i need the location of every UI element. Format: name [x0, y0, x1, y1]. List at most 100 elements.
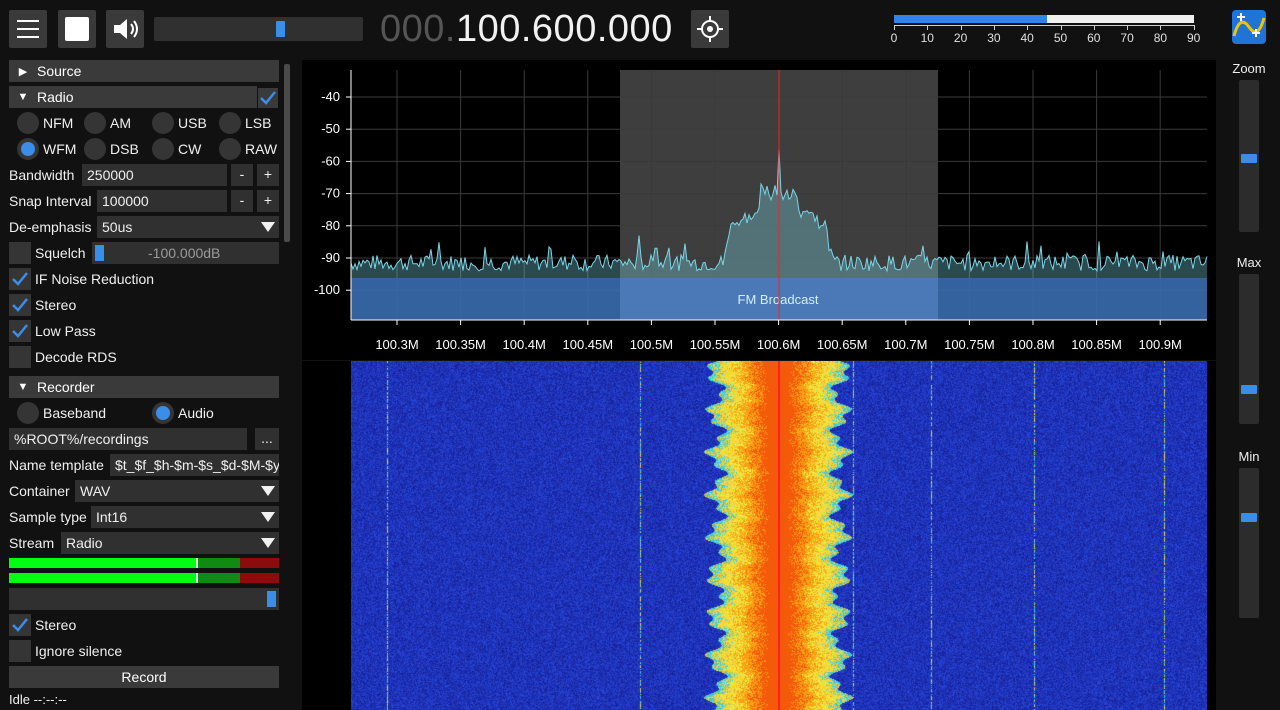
zoom-slider-handle[interactable] — [1241, 154, 1257, 163]
radio-section-title: Radio — [37, 89, 74, 105]
audio-label: Audio — [178, 405, 214, 421]
crosshair-icon — [697, 16, 723, 42]
fft-y-tick-label: -100 — [314, 282, 340, 297]
demod-radio-usb[interactable] — [152, 112, 174, 134]
deemphasis-select[interactable]: 50us — [97, 216, 279, 238]
low-pass-checkbox[interactable] — [9, 320, 31, 342]
baseband-radio[interactable] — [17, 402, 39, 424]
expanded-arrow-icon: ▼ — [17, 91, 29, 103]
baseband-label: Baseband — [43, 405, 107, 421]
snr-tick-label: 0 — [890, 31, 898, 45]
snr-tick-label: 30 — [987, 31, 1001, 45]
squelch-checkbox[interactable] — [9, 242, 31, 264]
fft-x-tick-label: 100.4M — [503, 337, 546, 352]
fft-x-tick-label: 100.75M — [944, 337, 995, 352]
menu-scrollbar[interactable] — [284, 64, 290, 242]
recorder-volume-slider[interactable] — [9, 588, 279, 610]
squelch-slider-handle[interactable] — [95, 245, 104, 261]
volume-slider-handle[interactable] — [276, 21, 285, 37]
checkmark-icon — [12, 618, 28, 632]
demod-radio-wfm[interactable] — [17, 138, 39, 160]
demod-label-am: AM — [110, 115, 131, 131]
snap-interval-label: Snap Interval — [9, 193, 92, 209]
fft-spectrum-view[interactable]: FM Broadcast -40 -50 -60 -70 -80 -90 -100 100.… — [302, 60, 1216, 360]
frequency-leading-digits[interactable]: 000. — [380, 8, 456, 50]
dropdown-arrow-icon — [261, 486, 275, 496]
snap-decrement-button[interactable]: - — [231, 190, 253, 212]
center-tuning-button[interactable] — [691, 10, 729, 48]
recorder-volume-handle[interactable] — [267, 591, 276, 607]
fft-y-tick-label: -50 — [321, 121, 340, 136]
max-db-slider-handle[interactable] — [1241, 385, 1257, 394]
snr-tick — [960, 25, 962, 30]
frequency-display[interactable]: 000.100.600.000 — [380, 6, 673, 52]
demod-radio-nfm[interactable] — [17, 112, 39, 134]
min-label: Min — [1238, 449, 1260, 464]
radio-enable-checkbox[interactable] — [258, 88, 278, 108]
container-select[interactable]: WAV — [75, 480, 279, 502]
snr-tick — [1127, 25, 1129, 30]
demod-radio-raw[interactable] — [219, 138, 241, 160]
radio-section-header[interactable]: ▼ Radio — [9, 86, 257, 108]
sample-type-select[interactable]: Int16 — [91, 506, 279, 528]
frequency-digits[interactable]: 100.600.000 — [456, 8, 673, 50]
fft-y-tick-label: -80 — [321, 218, 340, 233]
mute-button[interactable] — [106, 10, 144, 48]
snap-interval-input[interactable]: 100000 — [97, 190, 227, 212]
recorder-stereo-checkbox[interactable] — [9, 614, 31, 636]
decode-rds-checkbox[interactable] — [9, 346, 31, 368]
squelch-slider[interactable]: -100.000dB — [92, 242, 279, 264]
record-button[interactable]: Record — [9, 666, 279, 688]
name-template-input[interactable]: $t_$f_$h-$m-$s_$d-$M-$y — [110, 454, 279, 476]
bandwidth-input[interactable]: 250000 — [82, 164, 227, 186]
sample-type-label: Sample type — [9, 509, 87, 525]
fft-x-tick-label: 100.7M — [884, 337, 927, 352]
source-section-header[interactable]: ▶ Source — [9, 60, 279, 82]
ignore-silence-checkbox[interactable] — [9, 640, 31, 662]
waterfall-vfo-line[interactable] — [778, 361, 780, 710]
max-db-slider[interactable] — [1239, 274, 1259, 424]
stop-button[interactable] — [58, 10, 96, 48]
bandwidth-increment-button[interactable]: + — [257, 164, 279, 186]
menu-button[interactable] — [9, 10, 47, 48]
waterfall-view[interactable] — [302, 361, 1216, 710]
min-db-slider-handle[interactable] — [1241, 513, 1257, 522]
if-noise-reduction-checkbox[interactable] — [9, 268, 31, 290]
fft-x-tick-label: 100.6M — [757, 337, 800, 352]
sample-type-value: Int16 — [96, 509, 128, 525]
stream-label: Stream — [9, 535, 55, 551]
app-logo[interactable] — [1232, 10, 1266, 44]
min-db-slider[interactable] — [1239, 468, 1259, 618]
if-noise-reduction-label: IF Noise Reduction — [35, 271, 155, 287]
fft-y-tick-label: -90 — [321, 250, 340, 265]
stereo-checkbox[interactable] — [9, 294, 31, 316]
snr-tick-label: 80 — [1153, 31, 1168, 45]
demod-radio-am[interactable] — [84, 112, 106, 134]
squelch-value: -100.000dB — [148, 245, 221, 261]
recording-path-input[interactable]: %ROOT%/recordings — [9, 428, 247, 450]
recorder-section-title: Recorder — [37, 379, 95, 395]
demod-radio-cw[interactable] — [152, 138, 174, 160]
browse-button[interactable]: ... — [255, 428, 279, 450]
demod-radio-lsb[interactable] — [219, 112, 241, 134]
fft-y-tick-label: -60 — [321, 153, 340, 168]
fft-plot[interactable]: FM Broadcast -40-50-60-70-80-90-100 100.… — [302, 60, 1216, 360]
max-label: Max — [1236, 255, 1262, 270]
demod-label-lsb: LSB — [245, 115, 272, 131]
snr-tick — [1093, 25, 1095, 30]
audio-radio[interactable] — [152, 402, 174, 424]
stream-value: Radio — [66, 535, 103, 551]
demod-radio-dsb[interactable] — [84, 138, 106, 160]
checkmark-icon — [12, 272, 28, 286]
snap-increment-button[interactable]: + — [257, 190, 279, 212]
snr-tick — [1060, 25, 1062, 30]
volume-slider[interactable] — [154, 17, 363, 41]
collapsed-arrow-icon: ▶ — [18, 65, 28, 78]
fft-y-tick-label: -40 — [321, 89, 340, 104]
bandwidth-label: Bandwidth — [9, 167, 75, 183]
recorder-status: Idle --:--:-- — [9, 692, 67, 707]
stream-select[interactable]: Radio — [61, 532, 279, 554]
recorder-stereo-label: Stereo — [35, 617, 77, 633]
recorder-section-header[interactable]: ▼ Recorder — [9, 376, 279, 398]
bandwidth-decrement-button[interactable]: - — [231, 164, 253, 186]
